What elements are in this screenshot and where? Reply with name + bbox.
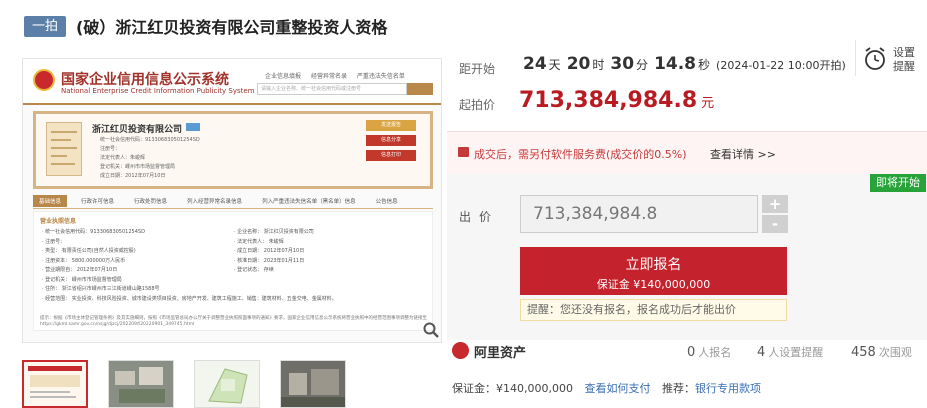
gsxt-search-box: 请输入企业名称、统一社会信用代码或注册号 (257, 83, 407, 95)
status-badge: 即将开始 (870, 174, 926, 192)
gsxt-title: 国家企业信用信息公示系统 (61, 72, 229, 88)
gsxt-link: 经营异常名录 (310, 73, 347, 80)
auction-panel: 距开始 24 天 20 时 30 分 14.8 秒 (2024-01-22 10:00开拍) 设… (447, 40, 927, 408)
deposit-info: 保证金：¥140,000,000 查看如何支付 推荐：银行专用款项 (452, 380, 761, 396)
license-info: 营业执照信息 · 统一社会信用代码：913306830501254SD · 注册… (33, 211, 433, 331)
signup-count: 0 人报名 (687, 345, 732, 360)
countdown-days: 24 (523, 54, 547, 74)
how-to-pay-link[interactable]: 查看如何支付 (584, 382, 650, 395)
gsxt-link: 严重违法失信名单 (356, 73, 405, 80)
start-time: (2024-01-22 10:00开拍) (716, 59, 846, 72)
license-thumbnail (46, 122, 82, 176)
thumbnail-item[interactable] (108, 360, 174, 408)
fee-notice: 成交后，需另付软件服务费(成交价的0.5%) 查看详情 >> (447, 131, 927, 174)
national-emblem-icon (33, 69, 55, 91)
divider (855, 40, 856, 76)
bid-label: 出价 (459, 210, 500, 224)
countdown-seconds: 14.8 (654, 54, 697, 74)
bid-area: 即将开始 出价 713,384,984.8 + - 立即报名 保证金 ¥140,… (447, 174, 927, 340)
gift-icon (458, 147, 469, 157)
start-price: 713,384,984.8 元 (519, 88, 715, 113)
fee-notice-text: 成交后，需另付软件服务费(成交价的0.5%) (474, 148, 687, 161)
decrease-bid-button[interactable]: - (762, 215, 788, 233)
countdown-hours: 20 (566, 54, 591, 74)
register-now-label: 立即报名 (625, 257, 682, 273)
view-count: 458 次围观 (851, 345, 912, 360)
gsxt-header: 国家企业信用信息公示系统 National Enterprise Credit … (23, 59, 441, 105)
main-image[interactable]: 国家企业信用信息公示系统 National Enterprise Credit … (22, 58, 442, 343)
page-title: (破）浙江红贝投资有限公司重整投资人资格 (76, 18, 388, 37)
gsxt-tabs: 基础信息 行政许可信息 行政处罚信息 列入经营异常名录信息 列入严重违法失信名单（黑名单… (33, 195, 433, 209)
recommend-label: 推荐： (661, 382, 695, 395)
start-price-label: 起拍价 (459, 98, 496, 112)
deposit-amount: 保证金 ¥140,000,000 (596, 278, 711, 291)
set-reminder-label: 设置提醒 (893, 46, 915, 73)
gsxt-top-links: 企业信息填报 经营异常名录 严重违法失信名单 (265, 71, 413, 80)
section-title: 营业执照信息 (40, 218, 77, 225)
registration-reminder: 提醒：您还没有报名，报名成功后才能出价 (520, 299, 787, 321)
set-reminder-button[interactable]: 设置提醒 (863, 46, 921, 76)
thumbnail-strip (22, 360, 442, 408)
deposit-label: 保证金：¥140,000,000 (452, 382, 573, 395)
auction-type-tag: 一拍 (24, 16, 66, 37)
company-name: 浙江红贝投资有限公司 (92, 125, 183, 135)
thumbnail-item[interactable] (194, 360, 260, 408)
gsxt-link: 企业信息填报 (265, 73, 302, 80)
company-card: 浙江红贝投资有限公司 统一社会信用代码：913306830501254SD 注册… (33, 111, 433, 189)
view-details-link[interactable]: 查看详情 >> (710, 146, 776, 162)
alarm-clock-icon (865, 47, 885, 70)
zoom-icon[interactable] (422, 321, 440, 339)
gsxt-search-button (407, 83, 433, 95)
countdown: 24 天 20 时 30 分 14.8 秒 (2024-01-22 10:00开拍) (523, 54, 846, 74)
license-col-right: · 企业名称： 浙江红贝投资有限公司 · 法定代表人： 朱峻辉 · 成立日期： … (234, 229, 314, 273)
platform-name: 阿里资产 (474, 346, 527, 361)
stats-bar: 阿里资产 0 人报名 4 人设置提醒 458 次围观 (447, 340, 927, 370)
reminder-count: 4 人设置提醒 (757, 345, 824, 360)
gsxt-subtitle: National Enterprise Credit Information P… (61, 87, 255, 95)
countdown-label: 距开始 (459, 62, 496, 76)
register-now-button[interactable]: 立即报名 保证金 ¥140,000,000 (520, 247, 787, 295)
bid-input[interactable]: 713,384,984.8 (520, 195, 758, 233)
thumbnail-item[interactable] (22, 360, 88, 408)
ali-assets-logo-icon (452, 342, 469, 359)
bank-transfer-link[interactable]: 银行专用款项 (695, 382, 761, 395)
countdown-minutes: 30 (610, 54, 635, 74)
increase-bid-button[interactable]: + (762, 195, 788, 213)
status-badge (186, 123, 200, 131)
license-note: 提示：根据《市场主体登记管理条例》及其实施细则，按照《市场监管总局办公厅关于调整… (40, 316, 427, 327)
start-price-value: 713,384,984.8 (519, 88, 698, 113)
send-report-button: 发送报告 (366, 120, 416, 131)
company-info: 统一社会信用代码：913306830501254SD 注册号： 法定代表人：朱峻… (100, 137, 200, 179)
thumbnail-item[interactable] (280, 360, 346, 408)
share-button: 信息分享 (366, 135, 416, 146)
print-button: 信息打印 (366, 150, 416, 161)
